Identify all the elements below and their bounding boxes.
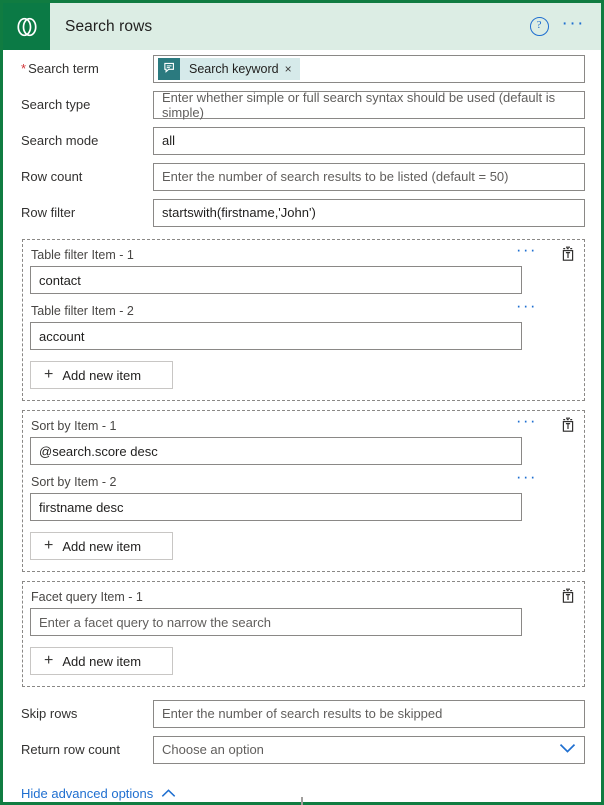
dynamic-content-token-icon xyxy=(158,57,180,80)
search-term-input[interactable]: Search keyword × xyxy=(153,54,585,83)
field-label-search-mode: Search mode xyxy=(21,133,99,148)
field-row-search-term: * Search term Search keyword × xyxy=(3,51,601,86)
sort-by-group: ··· Sort by Item - 1 @search.score desc … xyxy=(22,410,585,572)
hide-advanced-options-link[interactable]: Hide advanced options xyxy=(21,786,176,801)
flow-connector-line xyxy=(301,797,303,805)
field-label-return-row-count: Return row count xyxy=(21,742,120,757)
header-actions: ? ··· xyxy=(529,14,601,36)
skip-rows-placeholder: Enter the number of search results to be… xyxy=(162,706,443,721)
field-row-search-type: Search type Enter whether simple or full… xyxy=(3,87,601,122)
sort-by-item-1: ··· Sort by Item - 1 @search.score desc xyxy=(30,412,571,465)
return-row-count-placeholder: Choose an option xyxy=(162,742,264,757)
sort-by-item-1-label: Sort by Item - 1 xyxy=(31,419,117,433)
hide-advanced-options-label: Hide advanced options xyxy=(21,786,154,801)
row-count-input[interactable]: Enter the number of search results to be… xyxy=(153,162,585,191)
sort-by-add-new-item-button[interactable]: + Add new item xyxy=(30,532,173,560)
sort-by-item-2-menu-icon[interactable]: ··· xyxy=(516,468,537,485)
field-row-row-filter: Row filter startswith(firstname,'John') xyxy=(3,195,601,230)
sort-by-item-2-input[interactable]: firstname desc xyxy=(30,493,522,521)
search-mode-value: all xyxy=(162,133,176,148)
table-filter-item-1: ··· Table filter Item - 1 contact xyxy=(30,241,571,294)
table-filter-item-2-label: Table filter Item - 2 xyxy=(31,304,134,318)
token-label: Search keyword xyxy=(189,61,279,76)
sort-by-item-2-value: firstname desc xyxy=(39,499,124,515)
table-filter-item-2-input[interactable]: account xyxy=(30,322,522,350)
table-filter-item-2-value: account xyxy=(39,328,85,344)
return-row-count-dropdown[interactable]: Choose an option xyxy=(153,735,585,764)
chevron-up-icon xyxy=(161,788,176,800)
card-body: * Search term Search keyword × Search typ… xyxy=(3,50,601,802)
table-filter-item-1-value: contact xyxy=(39,272,81,288)
table-filter-item-2-menu-icon[interactable]: ··· xyxy=(516,297,537,314)
dataverse-logo-icon xyxy=(3,3,50,50)
table-filter-item-1-menu-icon[interactable]: ··· xyxy=(516,241,537,258)
field-label-skip-rows: Skip rows xyxy=(21,706,78,721)
search-rows-action-card[interactable]: Search rows ? ··· * Search term Search k… xyxy=(0,0,604,805)
sort-by-item-1-input[interactable]: @search.score desc xyxy=(30,437,522,465)
field-label-row-count: Row count xyxy=(21,169,83,184)
field-label-row-filter: Row filter xyxy=(21,205,76,220)
plus-icon: + xyxy=(44,537,54,554)
field-row-search-mode: Search mode all xyxy=(3,123,601,158)
field-row-skip-rows: Skip rows Enter the number of search res… xyxy=(3,696,601,731)
facet-query-item-1: Facet query Item - 1 Enter a facet query… xyxy=(30,590,571,636)
row-filter-input[interactable]: startswith(firstname,'John') xyxy=(153,198,585,227)
sort-by-add-label: Add new item xyxy=(62,538,142,554)
field-row-return-row-count: Return row count Choose an option xyxy=(3,732,601,767)
table-filter-add-new-item-button[interactable]: + Add new item xyxy=(30,361,173,389)
skip-rows-input[interactable]: Enter the number of search results to be… xyxy=(153,699,585,728)
search-type-placeholder: Enter whether simple or full search synt… xyxy=(162,89,556,120)
page-title: Search rows xyxy=(65,17,153,35)
field-row-row-count: Row count Enter the number of search res… xyxy=(3,159,601,194)
help-icon[interactable]: ? xyxy=(529,17,549,36)
field-label-search-term: * Search term xyxy=(21,61,153,76)
dynamic-content-token[interactable]: Search keyword × xyxy=(158,57,300,80)
table-filter-add-label: Add new item xyxy=(62,367,142,383)
card-header[interactable]: Search rows ? ··· xyxy=(3,3,601,50)
more-commands-icon[interactable]: ··· xyxy=(562,14,585,35)
facet-query-group: Facet query Item - 1 Enter a facet query… xyxy=(22,581,585,687)
facet-query-item-1-label: Facet query Item - 1 xyxy=(31,590,143,604)
sort-by-item-2-label: Sort by Item - 2 xyxy=(31,475,117,489)
plus-icon: + xyxy=(44,652,54,669)
sort-by-item-1-value: @search.score desc xyxy=(39,443,158,459)
row-count-placeholder: Enter the number of search results to be… xyxy=(162,169,509,184)
sort-by-item-2: ··· Sort by Item - 2 firstname desc xyxy=(30,468,571,521)
table-filter-group: ··· Table filter Item - 1 contact ··· Ta… xyxy=(22,239,585,401)
field-label-search-type: Search type xyxy=(21,97,91,112)
field-label-text: Search term xyxy=(28,61,99,76)
chevron-down-icon[interactable] xyxy=(559,742,576,757)
search-type-input[interactable]: Enter whether simple or full search synt… xyxy=(153,89,585,120)
table-filter-item-1-input[interactable]: contact xyxy=(30,266,522,294)
plus-icon: + xyxy=(44,366,54,383)
table-filter-item-2: ··· Table filter Item - 2 account xyxy=(30,297,571,350)
facet-query-add-new-item-button[interactable]: + Add new item xyxy=(30,647,173,675)
sort-by-item-1-menu-icon[interactable]: ··· xyxy=(516,412,537,429)
facet-query-item-1-placeholder: Enter a facet query to narrow the search xyxy=(39,614,271,630)
row-filter-value: startswith(firstname,'John') xyxy=(162,205,316,220)
table-filter-item-1-label: Table filter Item - 1 xyxy=(31,248,134,262)
facet-query-add-label: Add new item xyxy=(62,653,142,669)
required-indicator: * xyxy=(21,61,27,76)
facet-query-item-1-input[interactable]: Enter a facet query to narrow the search xyxy=(30,608,522,636)
search-mode-input[interactable]: all xyxy=(153,126,585,155)
token-remove-icon[interactable]: × xyxy=(285,62,300,76)
